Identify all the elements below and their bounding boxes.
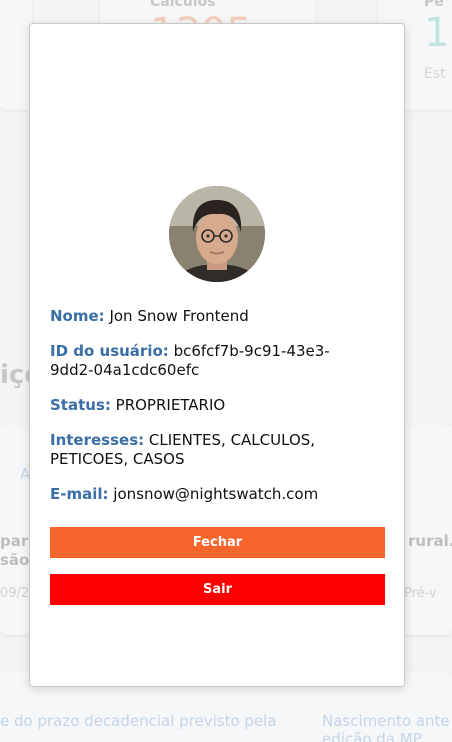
- interests-label: Interesses:: [50, 431, 145, 449]
- bg-footer-right: Nascimento ante: [322, 712, 450, 730]
- profile-email-row: E-mail: jonsnow@nightswatch.com: [50, 485, 370, 504]
- profile-modal: Nome: Jon Snow Frontend ID do usuário: b…: [29, 23, 405, 687]
- profile-status-row: Status: PROPRIETARIO: [50, 396, 370, 415]
- name-value: Jon Snow Frontend: [109, 307, 249, 325]
- bg-item-1-title: par: [0, 532, 29, 550]
- bg-card-peticoes-value: 1: [424, 10, 450, 56]
- bg-footer-left: e do prazo decadencial previsto pela: [0, 712, 277, 730]
- bg-card-edge: [0, 0, 32, 110]
- bg-item-1-date: 09/2: [0, 586, 30, 601]
- email-label: E-mail:: [50, 485, 109, 503]
- bg-item-2-title: rural.: [408, 532, 452, 550]
- bg-card-peticoes-sub: Est: [424, 66, 446, 82]
- close-button[interactable]: Fechar: [50, 527, 385, 558]
- user-id-label: ID do usuário:: [50, 342, 169, 360]
- bg-card-calculos-label: Cálculos: [150, 0, 216, 10]
- bg-item-2-preview: Pré-v: [404, 586, 437, 601]
- bg-item-1-title-2: são: [0, 551, 30, 569]
- name-label: Nome:: [50, 307, 105, 325]
- user-avatar: [169, 186, 265, 282]
- bg-card-peticoes-label: Pe: [424, 0, 444, 10]
- status-label: Status:: [50, 396, 111, 414]
- profile-id-row: ID do usuário: bc6fcf7b-9c91-43e3-9dd2-0…: [50, 342, 370, 380]
- bg-footer-right-2: edição da MP: [322, 730, 422, 742]
- profile-info: Nome: Jon Snow Frontend ID do usuário: b…: [50, 307, 370, 520]
- profile-interests-row: Interesses: CLIENTES, CALCULOS, PETICOES…: [50, 431, 370, 469]
- email-value: jonsnow@nightswatch.com: [113, 485, 319, 503]
- logout-button[interactable]: Sair: [50, 574, 385, 605]
- profile-name-row: Nome: Jon Snow Frontend: [50, 307, 370, 326]
- status-value: PROPRIETARIO: [115, 396, 226, 414]
- avatar-portrait-icon: [169, 186, 265, 282]
